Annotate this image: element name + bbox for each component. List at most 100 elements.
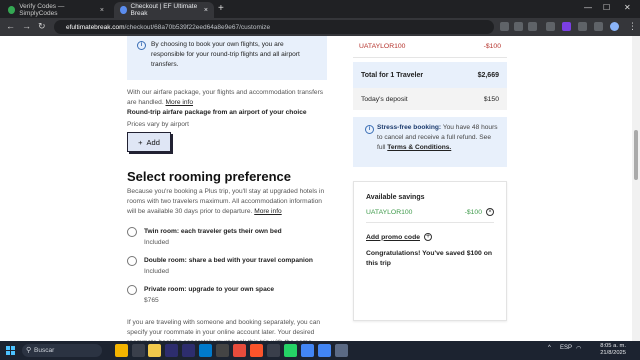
tab-favicon-icon (8, 6, 16, 14)
radio-double-room[interactable] (127, 256, 137, 266)
savings-title: Available savings (366, 194, 425, 201)
minimize-icon[interactable]: — (584, 3, 592, 12)
tab-verify-codes[interactable]: Verify Codes — SimplyCodes × (2, 2, 110, 18)
extension-icon[interactable] (500, 22, 509, 31)
close-tab-icon[interactable]: × (100, 7, 104, 14)
bookmark-star-icon[interactable] (528, 22, 537, 31)
airfare-more-info-link[interactable]: More info (166, 99, 194, 106)
windows-taskbar: ⚲ Buscar ^ ESP ◠ 8:05 a. m. 21/8/2025 (0, 341, 640, 360)
whatsapp-icon[interactable] (284, 344, 297, 357)
private-room-label[interactable]: Private room: upgrade to your own space (144, 286, 274, 293)
brave-icon[interactable] (250, 344, 263, 357)
available-savings-card: Available savings UATAYLOR100 -$100 × Ad… (353, 181, 507, 321)
info-icon: i (137, 41, 146, 50)
deposit-row: Today's deposit $150 (353, 88, 507, 110)
taskbar-search[interactable]: ⚲ Buscar (22, 344, 102, 357)
rooming-description: Because you're booking a Plus trip, you'… (127, 187, 327, 217)
wifi-icon[interactable]: ◠ (576, 345, 581, 352)
widgets-icon[interactable] (115, 344, 128, 357)
app-icon[interactable] (267, 344, 280, 357)
private-room-price: $765 (144, 297, 159, 304)
task-view-icon[interactable] (132, 344, 145, 357)
add-label: Add (146, 137, 160, 147)
total-row: Total for 1 Traveler $2,669 (353, 62, 507, 88)
stress-title: Stress-free booking: (377, 124, 442, 131)
rooming-title: Select rooming preference (127, 169, 291, 184)
roommate-note: If you are traveling with someone and bo… (127, 319, 321, 341)
radio-twin-room[interactable] (127, 227, 137, 237)
tab-favicon-icon (120, 6, 127, 14)
file-explorer-icon[interactable] (148, 344, 161, 357)
terms-link[interactable]: Terms & Conditions. (387, 144, 451, 151)
close-tab-icon[interactable]: × (204, 7, 208, 14)
add-promo-label: Add promo code (366, 233, 420, 241)
clock-time: 8:05 a. m. (600, 343, 626, 349)
twin-room-label[interactable]: Twin room: each traveler gets their own … (144, 228, 282, 235)
search-icon: ⚲ (26, 347, 32, 354)
chrome-icon[interactable] (318, 344, 331, 357)
taskbar-clock[interactable]: 8:05 a. m. 21/8/2025 (590, 343, 626, 357)
order-promo-row: UATAYLOR100 -$100 (353, 36, 507, 58)
app-icon[interactable] (233, 344, 246, 357)
forward-icon[interactable]: → (22, 21, 31, 31)
reload-icon[interactable]: ↻ (38, 21, 46, 32)
profile-avatar[interactable] (610, 22, 619, 31)
close-window-icon[interactable]: ✕ (624, 3, 631, 12)
tab-checkout[interactable]: Checkout | EF Ultimate Break × (114, 2, 214, 18)
airfare-prices: Prices vary by airport (127, 121, 189, 128)
promo-amount: -$100 (483, 43, 501, 50)
back-icon[interactable]: ← (6, 21, 15, 31)
premiere-icon[interactable] (165, 344, 178, 357)
plus-circle-icon: + (424, 233, 432, 241)
windows-start-icon[interactable] (6, 346, 15, 355)
deposit-label: Today's deposit (361, 95, 408, 103)
url-host: efultimatebreak.com (66, 23, 125, 31)
search-placeholder: Buscar (34, 347, 55, 354)
chrome-icon[interactable] (301, 344, 314, 357)
rooming-desc-text: Because you're booking a Plus trip, you'… (127, 188, 325, 215)
downloads-icon[interactable] (594, 22, 603, 31)
address-bar: ← → ↻ efultimatebreak.com/checkout/68a70… (0, 18, 640, 36)
url-field[interactable]: efultimatebreak.com/checkout/68a70b539f2… (54, 20, 494, 34)
url-path: /checkout/68a70b539f22eed64a8e9e67/custo… (124, 23, 271, 31)
stress-free-info: i Stress-free booking: You have 48 hours… (353, 117, 507, 167)
checkout-page: i By choosing to book your own flights, … (0, 36, 632, 341)
savings-amount: -$100 (464, 208, 482, 216)
page-scrollbar[interactable] (632, 36, 640, 341)
app-icon[interactable] (335, 344, 348, 357)
plus-icon: + (138, 137, 143, 147)
tab-label: Checkout | EF Ultimate Break (130, 3, 198, 17)
vscode-icon[interactable] (199, 344, 212, 357)
deposit-amount: $150 (483, 95, 499, 103)
maximize-icon[interactable]: ☐ (603, 3, 610, 12)
info-text: By choosing to book your own flights, yo… (151, 41, 300, 68)
total-amount: $2,669 (477, 71, 499, 79)
scrollbar-thumb[interactable] (634, 130, 638, 180)
own-flights-info: i By choosing to book your own flights, … (127, 36, 327, 80)
extension-icon[interactable] (562, 22, 571, 31)
language-indicator[interactable]: ESP (560, 345, 572, 351)
menu-icon[interactable]: ⋮ (628, 21, 637, 32)
promo-code: UATAYLOR100 (359, 43, 406, 50)
savings-row: UATAYLOR100 -$100 × (366, 208, 494, 223)
app-icon[interactable] (182, 344, 195, 357)
info-icon: i (365, 125, 374, 134)
app-icon[interactable] (216, 344, 229, 357)
browser-tab-bar: Verify Codes — SimplyCodes × Checkout | … (0, 0, 640, 18)
double-room-label[interactable]: Double room: share a bed with your trave… (144, 257, 313, 264)
new-tab-icon[interactable]: + (218, 3, 224, 14)
double-room-price: Included (144, 268, 169, 275)
rooming-more-info-link[interactable]: More info (254, 208, 282, 215)
radio-private-room[interactable] (127, 285, 137, 295)
add-promo-code-link[interactable]: Add promo code + (366, 233, 494, 241)
tab-label: Verify Codes — SimplyCodes (19, 3, 65, 17)
extension-icon[interactable] (546, 22, 555, 31)
tray-chevron-icon[interactable]: ^ (548, 345, 551, 351)
congrats-message: Congratulations! You've saved $100 on th… (366, 250, 493, 267)
add-airfare-button[interactable]: + Add (127, 132, 171, 152)
extension-icon[interactable] (578, 22, 587, 31)
savings-code: UATAYLOR100 (366, 208, 413, 216)
translate-icon[interactable] (514, 22, 523, 31)
twin-room-price: Included (144, 239, 169, 246)
remove-promo-icon[interactable]: × (486, 208, 494, 216)
